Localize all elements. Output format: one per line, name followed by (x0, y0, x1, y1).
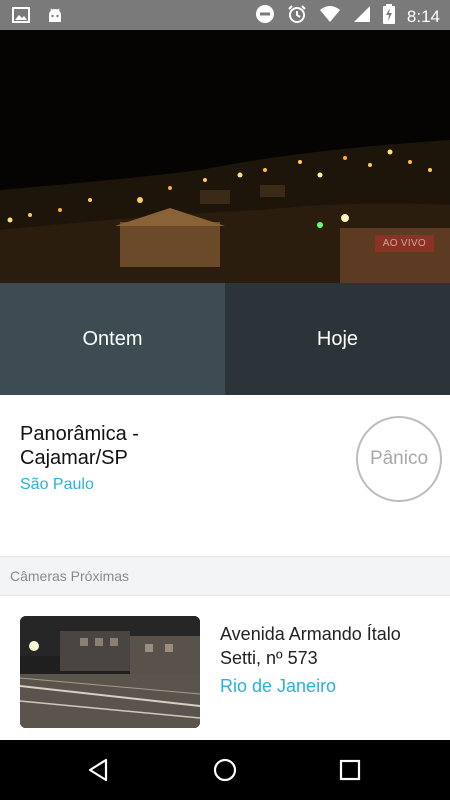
signal-icon (353, 5, 371, 28)
home-icon[interactable] (210, 755, 240, 785)
recents-icon[interactable] (335, 755, 365, 785)
android-icon (46, 6, 64, 29)
panic-button[interactable]: Pânico (356, 416, 442, 502)
navigation-bar (0, 740, 450, 800)
nearby-camera-city: Rio de Janeiro (220, 676, 337, 696)
camera-city: São Paulo (20, 476, 94, 493)
day-tabs: Ontem Hoje (0, 283, 450, 395)
alarm-icon (287, 4, 307, 29)
back-icon[interactable] (84, 755, 114, 785)
nearby-cameras-header: Câmeras Próximas (0, 556, 450, 596)
live-video-player[interactable]: AO VIVO (0, 30, 450, 283)
list-item[interactable]: Avenida Armando Ítalo Setti, nº 573 Rio … (0, 596, 450, 740)
tab-hoje[interactable]: Hoje (225, 283, 450, 395)
live-badge: AO VIVO (374, 235, 434, 252)
do-not-disturb-icon (255, 4, 275, 29)
thumbnail-image (20, 616, 200, 728)
status-bar: 8:14 (0, 0, 450, 30)
camera-info: Panorâmica - Cajamar/SP São Paulo Pânico (0, 395, 450, 555)
camera-thumbnail (20, 616, 200, 728)
wifi-icon (319, 5, 341, 28)
nearby-cameras-title: Câmeras Próximas (10, 568, 130, 584)
tab-ontem[interactable]: Ontem (0, 283, 225, 395)
image-icon (12, 6, 30, 29)
nearby-camera-title: Avenida Armando Ítalo Setti, nº 573 (220, 624, 401, 668)
battery-charging-icon (382, 4, 395, 29)
status-time: 8:14 (406, 6, 440, 26)
camera-title: Panorâmica - Cajamar/SP (20, 423, 139, 469)
